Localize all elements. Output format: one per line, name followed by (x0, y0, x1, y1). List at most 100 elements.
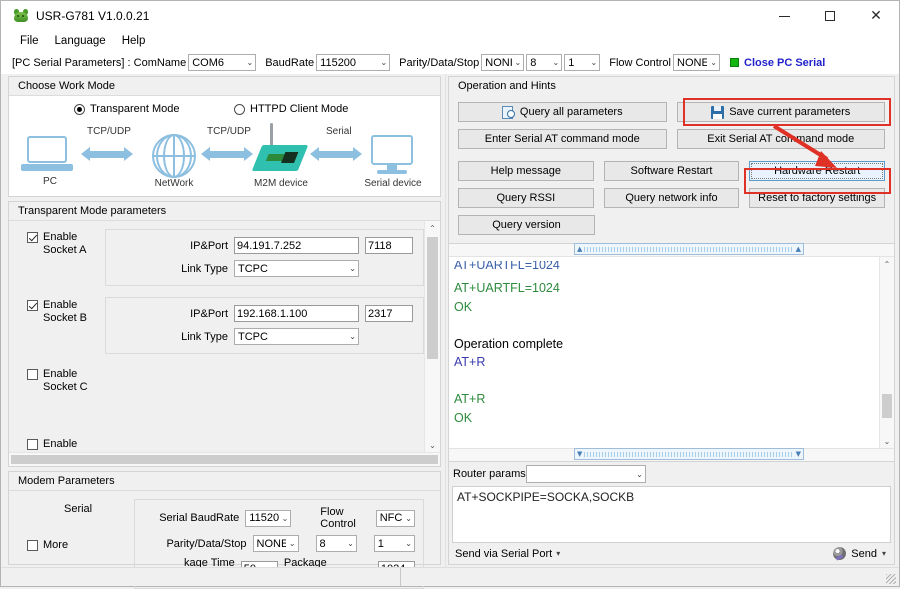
log-line-clipped: AT+UARTFL=1024 (454, 261, 560, 269)
modem-data-bits-select[interactable]: 8 ⌄ (315, 535, 357, 552)
menu-item-language[interactable]: Language (47, 34, 114, 48)
log-line: AT+R (454, 355, 486, 369)
query-all-parameters-label: Query all parameters (519, 106, 623, 118)
socket-b-linktype-select[interactable]: TCPC ⌄ (234, 328, 359, 345)
checkbox-unchecked-icon (27, 540, 38, 551)
radio-transparent-label: Transparent Mode (90, 103, 180, 115)
modem-more-checkbox[interactable]: More (9, 537, 105, 552)
send-button[interactable]: Send ▾ (833, 547, 886, 560)
serial-baudrate-label: Serial BaudRate (159, 512, 240, 524)
socket-a-ip-input[interactable]: 94.191.7.252 (234, 237, 359, 254)
reset-to-factory-settings-button[interactable]: Reset to factory settings (749, 188, 886, 208)
query-rssi-button[interactable]: Query RSSI (458, 188, 594, 208)
scrollbar-thumb-h[interactable] (11, 455, 438, 464)
socket-b-ip-input[interactable]: 192.168.1.100 (234, 305, 359, 322)
scroll-up-icon[interactable]: ⌃ (880, 257, 894, 271)
router-params-row: Router params ⌄ (449, 465, 894, 486)
menu-item-help[interactable]: Help (114, 34, 154, 48)
scroll-up-icon[interactable]: ⌃ (425, 221, 440, 235)
query-all-parameters-button[interactable]: Query all parameters (458, 102, 667, 122)
socket-a-name-label: Socket A (43, 244, 87, 256)
data-bits-select[interactable]: 8 ⌄ (526, 54, 563, 71)
save-current-parameters-button[interactable]: Save current parameters (676, 102, 885, 122)
exit-serial-at-command-mode-button[interactable]: Exit Serial AT command mode (676, 129, 885, 149)
parity-select[interactable]: NONI ⌄ (481, 54, 525, 71)
modem-params-title: Modem Parameters (9, 472, 440, 491)
socket-c-enable-checkbox[interactable]: Enable Socket C (9, 366, 105, 394)
socket-c-name-label: Socket C (43, 381, 88, 393)
serial-baudrate-select[interactable]: 115200⌄ (245, 509, 292, 527)
log-bottom-scrollbar[interactable]: ▼ ▼ (449, 448, 894, 461)
socket-d-enable-checkbox[interactable]: EnableSocket D (9, 436, 105, 452)
radio-on-icon (74, 103, 85, 115)
socket-a-row: Enable Socket A IP&Port 94.191.7.252 7118… (9, 229, 424, 286)
scrollbar-thumb[interactable] (882, 394, 892, 418)
socket-a-port-input[interactable]: 7118 (365, 237, 413, 254)
baudrate-select[interactable]: 115200 ⌄ (316, 54, 391, 71)
log-text-area[interactable]: AT+UARTFL=1024 AT+UARTFL=1024 OK Operati… (449, 257, 894, 448)
scrollbar-thumb-bottom[interactable]: ▼ ▼ (574, 448, 804, 460)
scrollbar-thumb[interactable] (427, 237, 438, 359)
close-pc-serial-button[interactable]: Close PC Serial (730, 57, 825, 69)
checkbox-unchecked-icon (27, 439, 38, 450)
socket-b-ipport-label: IP&Port (190, 307, 228, 320)
socket-b-enable-label: Enable (43, 299, 78, 311)
modem-parity-select[interactable]: NONE ⌄ (252, 535, 299, 552)
stop-bits-select[interactable]: 1 ⌄ (564, 54, 601, 71)
application-window: USR-G781 V1.0.0.21 ✕ File Language Help … (0, 0, 900, 589)
socket-a-linktype-label: Link Type (181, 262, 228, 275)
close-button[interactable]: ✕ (853, 1, 899, 31)
transparent-params-horizontal-scrollbar[interactable] (9, 452, 440, 466)
parity-data-stop-label: Parity/Data/Stop (399, 56, 480, 69)
resize-grip-icon[interactable] (886, 574, 896, 584)
socket-b-row: Enable Socket B IP&Port 192.168.1.100 231… (9, 297, 424, 354)
modem-parity-label: Parity/Data/Stop (166, 537, 247, 550)
diagram-link-1: TCP/UDP (87, 126, 131, 137)
log-top-scrollbar[interactable]: ▲ ▲ (449, 243, 894, 257)
socket-b-enable-checkbox[interactable]: Enable Socket B (9, 297, 105, 354)
router-params-label: Router params (453, 468, 526, 480)
radio-transparent-mode[interactable]: Transparent Mode (74, 103, 179, 115)
menu-item-file[interactable]: File (12, 34, 47, 48)
serial-device-icon (371, 135, 413, 174)
help-message-button[interactable]: Help message (458, 161, 594, 181)
maximize-button[interactable] (807, 1, 853, 31)
log-vertical-scrollbar[interactable]: ⌃ ⌄ (879, 257, 894, 448)
transparent-params-vertical-scrollbar[interactable]: ⌃ ⌄ (424, 221, 440, 452)
hardware-restart-button[interactable]: Hardware Restart (749, 161, 886, 181)
modem-flow-control-select[interactable]: NFC ⌄ (375, 509, 415, 527)
socket-b-params: IP&Port 192.168.1.100 2317 Link Type TCP… (105, 297, 424, 354)
diagram-link-2: TCP/UDP (207, 126, 251, 137)
enter-serial-at-command-mode-button[interactable]: Enter Serial AT command mode (458, 129, 667, 149)
flow-control-label: Flow Control (609, 56, 671, 69)
baudrate-label: BaudRate (265, 56, 315, 69)
radio-httpd-client-mode[interactable]: HTTPD Client Mode (234, 103, 348, 115)
query-network-info-button[interactable]: Query network info (603, 188, 740, 208)
command-input-box[interactable]: AT+SOCKPIPE=SOCKA,SOCKB (452, 486, 891, 543)
arrow-network-m2m (201, 147, 253, 161)
app-frog-icon (13, 8, 29, 24)
pc-icon (21, 136, 73, 171)
socket-c-enable-label: Enable (43, 368, 78, 380)
socket-a-enable-label: Enable (43, 231, 78, 243)
save-current-parameters-label: Save current parameters (729, 106, 851, 118)
send-via-serial-port-button[interactable]: Send via Serial Port ▾ (455, 548, 560, 560)
flow-control-select[interactable]: NONE ⌄ (673, 54, 720, 71)
send-via-label: Send via Serial Port (455, 547, 553, 560)
log-line: AT+R (454, 392, 486, 406)
query-version-button[interactable]: Query version (458, 215, 595, 235)
minimize-button[interactable] (761, 1, 807, 31)
scrollbar-thumb-top[interactable]: ▲ ▲ (574, 243, 804, 255)
socket-a-linktype-select[interactable]: TCPC ⌄ (234, 260, 359, 277)
socket-b-port-input[interactable]: 2317 (365, 305, 413, 322)
comname-select[interactable]: COM6 ⌄ (188, 54, 257, 71)
router-params-select[interactable]: ⌄ (525, 465, 646, 483)
scroll-down-icon[interactable]: ⌄ (425, 438, 440, 452)
socket-a-params: IP&Port 94.191.7.252 7118 Link Type TCPC… (105, 229, 424, 286)
software-restart-button[interactable]: Software Restart (603, 161, 740, 181)
modem-stop-bits-select[interactable]: 1 ⌄ (373, 535, 415, 552)
menu-bar: File Language Help (1, 31, 899, 51)
scroll-down-icon[interactable]: ⌄ (880, 434, 894, 448)
socket-b-name-label: Socket B (43, 312, 88, 324)
socket-a-enable-checkbox[interactable]: Enable Socket A (9, 229, 105, 286)
